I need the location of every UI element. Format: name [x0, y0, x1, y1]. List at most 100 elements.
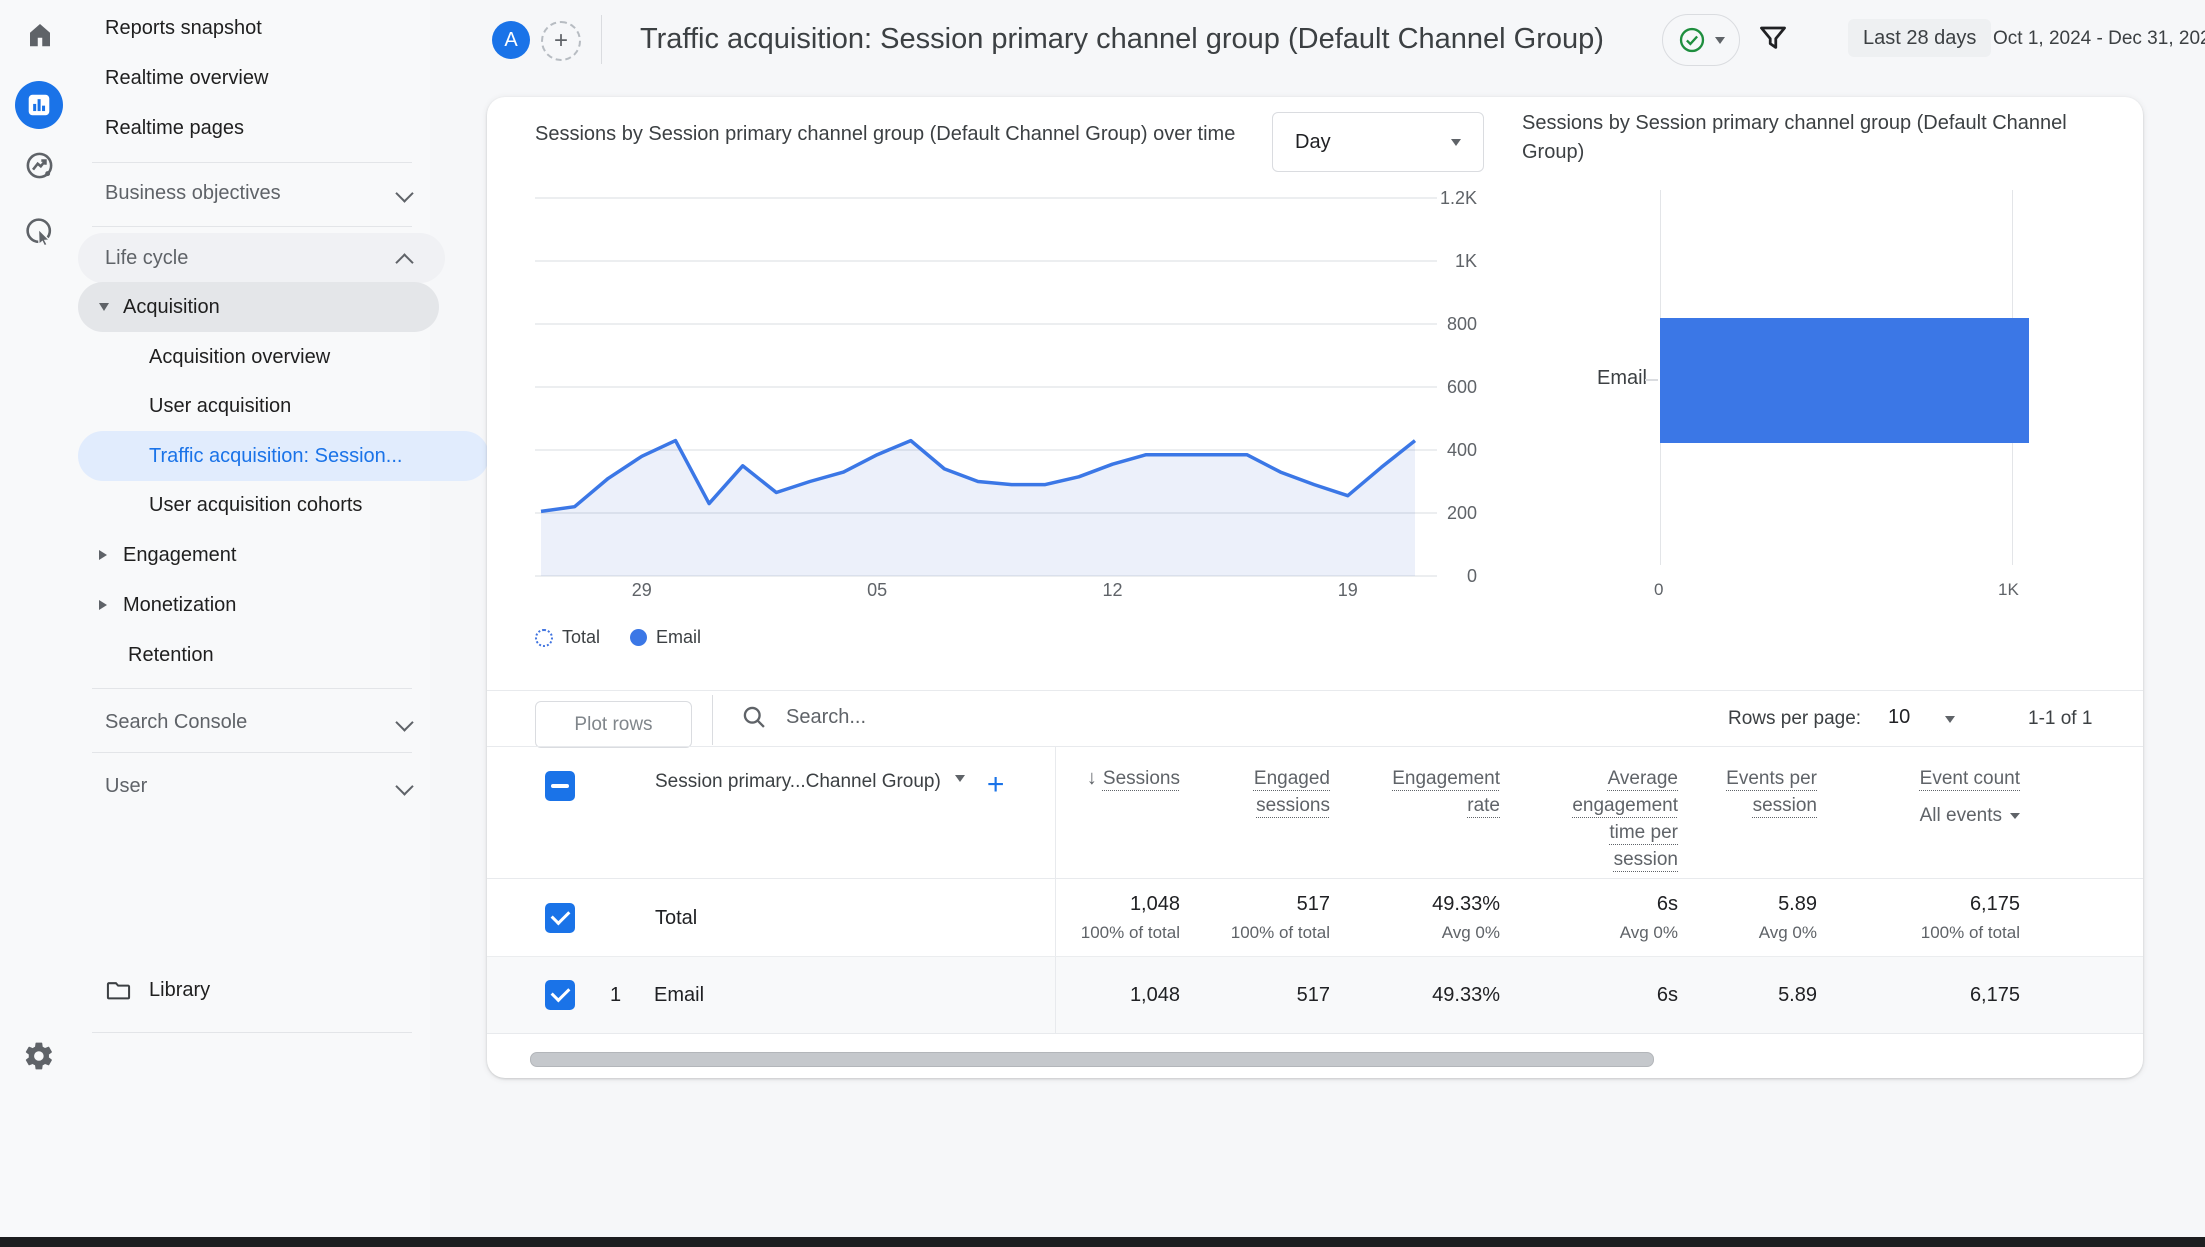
- total-sessions: 1,048100% of total: [1056, 879, 1180, 957]
- column-header-engaged-sessions[interactable]: Engaged sessions: [1180, 747, 1330, 879]
- account-avatar[interactable]: A: [492, 21, 530, 59]
- row-events-per-session: 5.89: [1678, 957, 1817, 1033]
- sidebar-item-engagement[interactable]: Engagement: [78, 530, 439, 580]
- sidebar-item-user-acquisition-cohorts[interactable]: User acquisition cohorts: [78, 480, 489, 530]
- table-header-row: Session primary...Channel Group) + ↓Sess…: [487, 746, 2143, 879]
- sessions-by-channel-chart: 0 1K: [1660, 190, 2120, 565]
- event-filter-select[interactable]: All events: [1817, 802, 2020, 829]
- sidebar-item-traffic-acquisition-selected[interactable]: Traffic acquisition: Session...: [78, 431, 489, 481]
- sidebar-section-business-objectives[interactable]: Business objectives: [78, 168, 445, 218]
- bar-category-label: Email: [1507, 367, 1647, 390]
- sidebar-item-realtime-pages[interactable]: Realtime pages: [78, 103, 445, 153]
- table-total-row: Total 1,048100% of total 517100% of tota…: [487, 878, 2143, 957]
- svg-text:1K: 1K: [1455, 251, 1477, 271]
- sort-desc-icon: ↓: [1087, 765, 1097, 792]
- chevron-down-icon: [2010, 813, 2020, 819]
- chart-legend: Total Email: [535, 627, 701, 648]
- advertising-icon[interactable]: [24, 216, 55, 247]
- svg-text:800: 800: [1447, 314, 1477, 334]
- filter-icon[interactable]: [1758, 24, 1788, 54]
- page-title: Traffic acquisition: Session primary cha…: [640, 23, 1604, 56]
- column-header-events-per-session[interactable]: Events per session: [1678, 747, 1817, 879]
- chevron-up-icon: [395, 253, 413, 271]
- rows-per-page-label: Rows per page:: [1728, 708, 1861, 730]
- total-event-count: 6,175100% of total: [1817, 879, 2020, 957]
- select-all-checkbox[interactable]: [545, 771, 575, 801]
- plus-icon: +: [554, 27, 568, 55]
- divider: [92, 162, 412, 163]
- email-bar[interactable]: [1660, 318, 2029, 443]
- collapsed-triangle-icon: [99, 550, 107, 560]
- pagination-status: 1-1 of 1: [2028, 708, 2092, 730]
- legend-total[interactable]: Total: [535, 627, 600, 648]
- email-series-icon: [630, 629, 647, 646]
- svg-text:1.2K: 1.2K: [1440, 188, 1477, 208]
- horizontal-scrollbar[interactable]: [530, 1052, 1654, 1067]
- row-event-count: 6,175: [1817, 957, 2020, 1033]
- column-header-avg-engagement-time[interactable]: Average engagement time per session: [1500, 747, 1678, 879]
- row-sessions: 1,048: [1056, 957, 1180, 1033]
- svg-text:400: 400: [1447, 440, 1477, 460]
- sidebar-item-user-acquisition[interactable]: User acquisition: [78, 381, 489, 431]
- date-preset-chip[interactable]: Last 28 days: [1848, 19, 1991, 57]
- x-tick-label: 0: [1654, 580, 1663, 600]
- sidebar-item-library[interactable]: Library: [78, 965, 445, 1015]
- row-engagement-rate: 49.33%: [1330, 957, 1500, 1033]
- total-events-per-session: 5.89Avg 0%: [1678, 879, 1817, 957]
- interval-select[interactable]: Day: [1272, 112, 1484, 172]
- expand-triangle-icon: [99, 303, 109, 311]
- bottom-bar: [0, 1237, 2205, 1247]
- total-avg-engagement-time: 6sAvg 0%: [1500, 879, 1678, 957]
- verified-check-icon: [1678, 26, 1706, 54]
- column-header-event-count[interactable]: Event count All events: [1817, 747, 2020, 879]
- divider: [92, 226, 412, 227]
- x-tick-label: 1K: [1998, 580, 2019, 600]
- divider: [712, 695, 713, 745]
- svg-text:29: 29: [632, 580, 652, 600]
- sidebar-section-search-console[interactable]: Search Console: [78, 697, 445, 747]
- plot-rows-button[interactable]: Plot rows: [535, 701, 692, 748]
- line-chart-title: Sessions by Session primary channel grou…: [535, 123, 1235, 146]
- legend-email[interactable]: Email: [630, 627, 701, 648]
- table-search-input[interactable]: [784, 705, 1348, 730]
- total-row-checkbox[interactable]: [545, 903, 575, 933]
- sessions-over-time-chart: 02004006008001K1.2K29051219: [535, 175, 1480, 615]
- total-label-cell: Total: [487, 879, 1056, 957]
- explore-icon[interactable]: [24, 150, 55, 181]
- sidebar-item-acquisition-overview[interactable]: Acquisition overview: [78, 332, 489, 382]
- sidebar-item-retention[interactable]: Retention: [78, 630, 468, 680]
- sidebar-item-monetization[interactable]: Monetization: [78, 580, 439, 630]
- column-header-sessions[interactable]: ↓Sessions: [1056, 747, 1180, 879]
- table-row[interactable]: 1 Email 1,048 517 49.33% 6s 5.89 6,175: [487, 956, 2143, 1034]
- row-engaged-sessions: 517: [1180, 957, 1330, 1033]
- report-status-badge[interactable]: [1662, 14, 1740, 66]
- chevron-down-icon: [1715, 37, 1725, 44]
- chevron-down-icon: [395, 713, 413, 731]
- reports-nav-button[interactable]: [15, 81, 63, 129]
- sidebar-item-realtime-overview[interactable]: Realtime overview: [78, 53, 445, 103]
- chevron-down-icon[interactable]: [955, 775, 965, 782]
- dimension-selector[interactable]: Session primary...Channel Group): [655, 771, 941, 793]
- bar-chart-icon: [26, 92, 52, 118]
- svg-text:200: 200: [1447, 503, 1477, 523]
- row-avg-engagement-time: 6s: [1500, 957, 1678, 1033]
- axis-tick: [1645, 379, 1658, 381]
- row-checkbox[interactable]: [545, 980, 575, 1010]
- divider: [92, 752, 412, 753]
- collapsed-triangle-icon: [99, 600, 107, 610]
- chevron-down-icon: [395, 777, 413, 795]
- date-range[interactable]: Oct 1, 2024 - Dec 31, 2024: [1993, 28, 2205, 50]
- sidebar-item-acquisition[interactable]: Acquisition: [78, 282, 439, 332]
- total-engagement-rate: 49.33%Avg 0%: [1330, 879, 1500, 957]
- sidebar-item-reports-snapshot[interactable]: Reports snapshot: [78, 3, 445, 53]
- add-dimension-button[interactable]: +: [987, 771, 1005, 799]
- rows-per-page-select[interactable]: 10: [1888, 706, 1910, 729]
- settings-gear-icon[interactable]: [23, 1040, 55, 1072]
- home-icon[interactable]: [25, 20, 55, 50]
- sidebar-section-life-cycle[interactable]: Life cycle: [78, 233, 445, 283]
- column-header-engagement-rate[interactable]: Engagement rate: [1330, 747, 1500, 879]
- add-comparison-button[interactable]: +: [541, 21, 581, 61]
- chevron-down-icon[interactable]: [1945, 716, 1955, 723]
- sidebar-section-user[interactable]: User: [78, 761, 445, 811]
- search-icon: [740, 703, 768, 731]
